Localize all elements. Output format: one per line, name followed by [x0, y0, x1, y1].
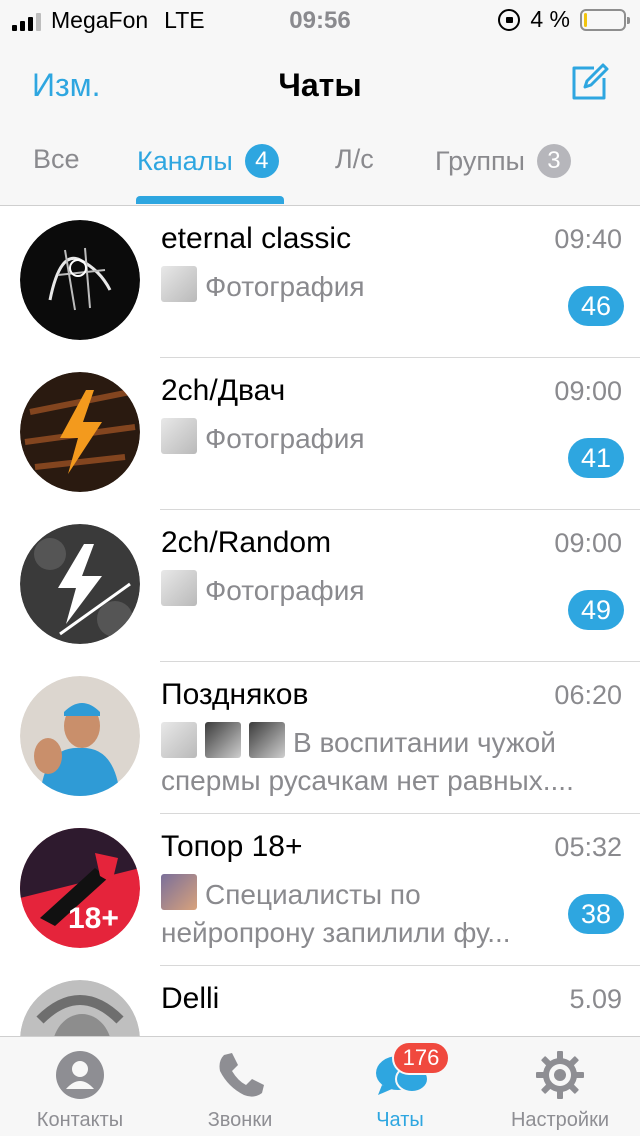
photo-thumbnail [249, 722, 285, 758]
tab-label: Звонки [207, 1109, 273, 1131]
tab-all[interactable]: Все [33, 144, 80, 175]
chat-row[interactable]: Поздняков 06:20 В воспитании чужой сперм… [0, 662, 640, 814]
photo-thumbnail [161, 418, 197, 454]
chat-name: Delli [161, 982, 220, 1015]
avatar [20, 676, 140, 796]
tab-chats[interactable]: 176 Чаты [320, 1037, 480, 1136]
chat-time: 09:00 [554, 376, 622, 406]
filter-tabs: Все Каналы 4 Л/с Группы 3 [0, 130, 640, 206]
chat-time: 09:00 [554, 528, 622, 558]
settings-gear-icon [536, 1051, 584, 1099]
tab-label: Чаты [376, 1109, 424, 1131]
chat-name: 2ch/Random [161, 526, 332, 559]
navigation-bar: Изм. Чаты [0, 40, 640, 130]
active-tab-indicator [136, 196, 284, 204]
chat-time: 09:40 [554, 224, 622, 254]
unread-badge: 41 [568, 438, 624, 478]
chat-preview: Фотография [205, 575, 365, 606]
rotation-lock-icon [498, 8, 521, 31]
photo-thumbnail [161, 266, 197, 302]
battery-percent: 4 % [530, 6, 570, 32]
chat-time: 5.09 [569, 984, 622, 1014]
photo-thumbnail [161, 570, 197, 606]
chat-row[interactable]: Delli 5.09 [0, 966, 640, 1036]
tab-count-badge: 4 [244, 144, 279, 178]
tab-label: Л/с [335, 144, 374, 174]
chat-preview: Фотография [205, 423, 365, 454]
photo-thumbnail [161, 722, 197, 758]
status-bar: MegaFon LTE 09:56 4 % [0, 0, 640, 40]
bottom-tab-bar: Контакты Звонки 176 Чаты Настройки [0, 1036, 640, 1136]
unread-badge: 46 [568, 286, 624, 326]
avatar: 18+ [20, 828, 140, 948]
svg-text:18+: 18+ [68, 902, 119, 935]
tab-label: Контакты [36, 1109, 124, 1131]
battery-icon [580, 8, 630, 31]
avatar [20, 372, 140, 492]
photo-thumbnail [161, 874, 197, 910]
tab-calls[interactable]: Звонки [160, 1037, 320, 1136]
chat-name: Топор 18+ [161, 830, 303, 863]
unread-badge: 49 [568, 590, 624, 630]
chat-preview: Фотография [205, 271, 365, 302]
chat-preview: Специалисты по нейропрону запилили фу... [161, 879, 511, 948]
chat-list: eternal classic 09:40 Фотография 46 2ch/… [0, 206, 640, 1036]
phone-icon [219, 1053, 264, 1097]
tab-label: Группы [435, 145, 525, 176]
tab-count-badge: 3 [536, 144, 571, 178]
tab-channels[interactable]: Каналы 4 [137, 144, 279, 178]
avatar [20, 524, 140, 644]
chat-name: Поздняков [161, 678, 309, 711]
chat-row[interactable]: 18+ Топор 18+ 05:32 Специалисты по нейро… [0, 814, 640, 966]
page-title: Чаты [278, 67, 362, 103]
photo-thumbnail [205, 722, 241, 758]
tab-label: Каналы [137, 145, 233, 176]
unread-badge: 38 [568, 894, 624, 934]
tab-label: Настройки [510, 1109, 610, 1131]
avatar [20, 980, 140, 1036]
tab-settings[interactable]: Настройки [480, 1037, 640, 1136]
chat-row[interactable]: eternal classic 09:40 Фотография 46 [0, 206, 640, 358]
compose-icon[interactable] [568, 62, 610, 104]
chat-name: 2ch/Двач [161, 374, 286, 407]
tab-groups[interactable]: Группы 3 [435, 144, 571, 178]
chat-name: eternal classic [161, 222, 352, 255]
unread-total-badge: 176 [392, 1041, 450, 1075]
chat-row[interactable]: 2ch/Двач 09:00 Фотография 41 [0, 358, 640, 510]
tab-label: Все [33, 144, 80, 174]
contacts-icon [56, 1051, 104, 1099]
chat-time: 06:20 [554, 680, 622, 710]
chat-row[interactable]: 2ch/Random 09:00 Фотография 49 [0, 510, 640, 662]
tab-contacts[interactable]: Контакты [0, 1037, 160, 1136]
chat-time: 05:32 [554, 832, 622, 862]
avatar [20, 220, 140, 340]
tab-direct-messages[interactable]: Л/с [335, 144, 374, 175]
